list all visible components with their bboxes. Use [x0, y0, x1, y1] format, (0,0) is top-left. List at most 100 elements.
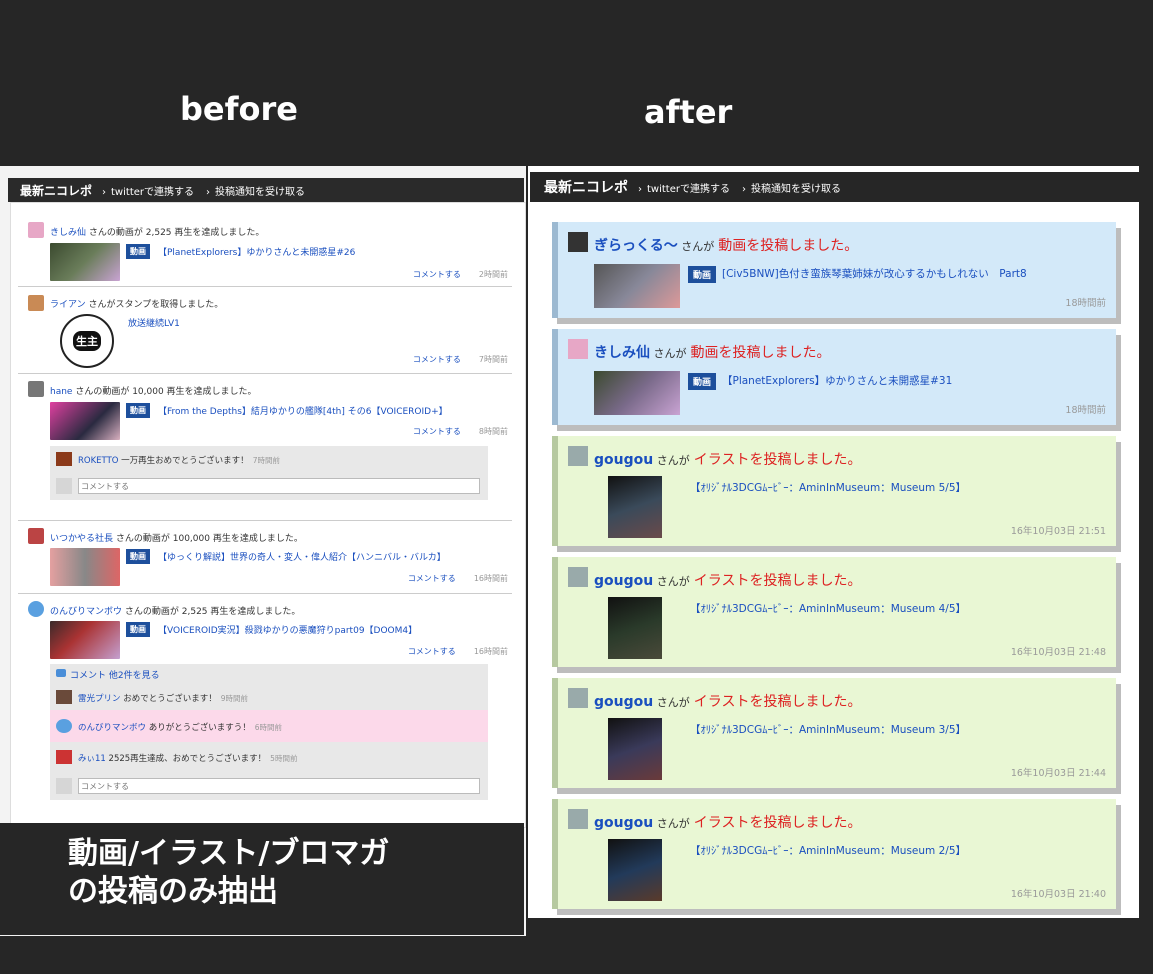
user-link[interactable]: きしみ仙 [50, 228, 86, 238]
video-thumbnail[interactable] [594, 371, 680, 415]
list-item: きしみ仙 さんが 動画を投稿しました。 動画 【PlanetExplorers】ゆ… [552, 329, 1116, 425]
comment-box: ROKETTO 一万再生おめでとうございます！ 7時間前 [50, 446, 488, 500]
more-comments-link[interactable]: コメント 他2件を見る [50, 664, 488, 684]
item-meta: コメントする 2時間前 [412, 270, 508, 279]
comment-input[interactable] [78, 478, 480, 494]
video-title-link[interactable]: [Civ5BNW]色付き蛮族琴葉姉妹が改心するかもしれない Part8 [722, 266, 1027, 281]
avatar [56, 750, 72, 764]
illust-thumbnail[interactable] [608, 597, 662, 659]
video-title-link[interactable]: 【PlanetExplorers】ゆかりさんと未開惑星#26 [158, 245, 355, 258]
video-thumbnail[interactable] [50, 548, 120, 586]
comment-input[interactable] [78, 778, 480, 794]
illust-thumbnail[interactable] [608, 476, 662, 538]
avatar [568, 567, 588, 587]
video-tag: 動画 [126, 244, 150, 259]
list-item: gougou さんが イラストを投稿しました。 【ｵﾘｼﾞﾅﾙ3DCGﾑｰﾋﾞｰ：… [552, 799, 1116, 909]
avatar [56, 478, 72, 494]
item-meta: コメントする 16時間前 [407, 574, 508, 583]
list-item: いつかやる社長 さんの動画が 100,000 再生を達成しました。 動画 【ゆっ… [18, 521, 512, 594]
user-link[interactable]: ROKETTO [78, 456, 118, 466]
list-item: きしみ仙 さんの動画が 2,525 再生を達成しました。 動画 【PlanetE… [18, 212, 512, 287]
video-thumbnail[interactable] [50, 243, 120, 281]
after-feed: ぎらっくる～ さんが 動画を投稿しました。 動画 [Civ5BNW]色付き蛮族琴葉… [552, 222, 1116, 920]
video-title-link[interactable]: 【VOICEROID実況】殺戮ゆかりの悪魔狩りpart09【DOOM4】 [158, 623, 417, 636]
list-item: ライアン さんがスタンプを取得しました。 生主 放送継続LV1 コメントする 7時… [18, 287, 512, 374]
item-meta: コメントする 8時間前 [412, 427, 508, 436]
comment-row: みぃ11 2525再生達成、おめでとうございます！ 5時間前 [50, 742, 488, 772]
user-link[interactable]: hane [50, 387, 72, 397]
notify-link[interactable]: › 投稿通知を受け取る [742, 180, 841, 195]
user-link[interactable]: ぎらっくる～ [594, 238, 678, 254]
notify-link[interactable]: › 投稿通知を受け取る [206, 183, 305, 198]
comment-link[interactable]: コメントする [408, 647, 456, 656]
comment-input-row [50, 472, 488, 500]
caption-line: の投稿のみ抽出 [68, 874, 278, 909]
chevron-right-icon: › [741, 183, 746, 195]
video-tag: 動画 [126, 622, 150, 637]
timestamp: 16年10月03日 21:40 [1010, 889, 1106, 900]
user-link[interactable]: みぃ11 [78, 754, 106, 764]
video-tag: 動画 [126, 403, 150, 418]
illust-title-link[interactable]: 【ｵﾘｼﾞﾅﾙ3DCGﾑｰﾋﾞｰ：AminInMuseum：Museum 5/5… [690, 480, 966, 495]
user-link[interactable]: きしみ仙 [594, 345, 650, 361]
user-link[interactable]: gougou [594, 452, 653, 468]
user-link[interactable]: gougou [594, 573, 653, 589]
video-title-link[interactable]: 【ゆっくり解説】世界の奇人・変人・偉人紹介【ハンニバル・バルカ】 [158, 550, 446, 563]
video-thumbnail[interactable] [50, 402, 120, 440]
comment-row: のんびりマンボウ ありがとうございますう！ 6時間前 [50, 710, 488, 742]
illust-title-link[interactable]: 【ｵﾘｼﾞﾅﾙ3DCGﾑｰﾋﾞｰ：AminInMuseum：Museum 4/5… [690, 601, 966, 616]
before-header: 最新ニコレポ › twitterで連携する › 投稿通知を受け取る [8, 178, 524, 202]
timestamp: 18時間前 [1065, 405, 1106, 416]
chevron-right-icon: › [206, 186, 210, 198]
avatar [28, 222, 44, 238]
comment-link[interactable]: コメントする [408, 574, 456, 583]
comment-link[interactable]: コメントする [413, 270, 461, 279]
comment-row: 雷光プリン おめでとうございます！ 9時間前 [50, 684, 488, 710]
list-item: のんびりマンボウ さんの動画が 2,525 再生を達成しました。 動画 【VOI… [18, 594, 512, 824]
illust-title-link[interactable]: 【ｵﾘｼﾞﾅﾙ3DCGﾑｰﾋﾞｰ：AminInMuseum：Museum 3/5… [690, 722, 966, 737]
twitter-link[interactable]: › twitterで連携する [638, 180, 730, 195]
illust-thumbnail[interactable] [608, 718, 662, 780]
avatar [56, 778, 72, 794]
list-item: gougou さんが イラストを投稿しました。 【ｵﾘｼﾞﾅﾙ3DCGﾑｰﾋﾞｰ：… [552, 436, 1116, 546]
comment-link[interactable]: コメントする [413, 355, 461, 364]
item-line: いつかやる社長 さんの動画が 100,000 再生を達成しました。 [50, 534, 303, 544]
header-title: 最新ニコレポ [20, 183, 93, 198]
user-link[interactable]: ライアン [50, 300, 86, 310]
caption-overlay: 動画/イラスト/ブロマガ の投稿のみ抽出 [0, 823, 524, 935]
comment-input-row [50, 772, 488, 800]
user-link[interactable]: いつかやる社長 [50, 534, 113, 544]
video-title-link[interactable]: 【From the Depths】結月ゆかりの艦隊[4th] その6【VOICE… [158, 404, 448, 417]
user-link[interactable]: 雷光プリン [78, 694, 121, 704]
after-header: 最新ニコレポ › twitterで連携する › 投稿通知を受け取る [530, 172, 1139, 202]
twitter-link[interactable]: › twitterで連携する [102, 183, 194, 198]
header-title: 最新ニコレポ [544, 180, 628, 196]
user-link[interactable]: のんびりマンボウ [78, 723, 146, 733]
item-meta: コメントする 7時間前 [412, 355, 508, 364]
video-tag: 動画 [688, 266, 717, 283]
chevron-right-icon: › [102, 186, 107, 198]
comment-link[interactable]: コメントする [413, 427, 461, 436]
list-item: ぎらっくる～ さんが 動画を投稿しました。 動画 [Civ5BNW]色付き蛮族琴葉… [552, 222, 1116, 318]
item-line: きしみ仙 さんの動画が 2,525 再生を達成しました。 [50, 228, 265, 238]
stamp-title-link[interactable]: 放送継続LV1 [128, 316, 180, 329]
video-title-link[interactable]: 【PlanetExplorers】ゆかりさんと未開惑星#31 [722, 373, 952, 388]
avatar [56, 719, 72, 733]
list-item: hane さんの動画が 10,000 再生を達成しました。 動画 【From t… [18, 374, 512, 521]
timestamp: 18時間前 [1065, 298, 1106, 309]
item-meta: コメントする 16時間前 [407, 647, 508, 656]
avatar [568, 232, 588, 252]
user-link[interactable]: のんびりマンボウ [50, 607, 122, 617]
before-label: before [180, 90, 298, 128]
video-tag: 動画 [126, 549, 150, 564]
user-link[interactable]: gougou [594, 815, 653, 831]
user-link[interactable]: gougou [594, 694, 653, 710]
video-tag: 動画 [688, 373, 717, 390]
video-thumbnail[interactable] [50, 621, 120, 659]
item-line: hane さんの動画が 10,000 再生を達成しました。 [50, 387, 257, 397]
illust-title-link[interactable]: 【ｵﾘｼﾞﾅﾙ3DCGﾑｰﾋﾞｰ：AminInMuseum：Museum 2/5… [690, 843, 966, 858]
video-thumbnail[interactable] [594, 264, 680, 308]
avatar [56, 452, 72, 466]
illust-thumbnail[interactable] [608, 839, 662, 901]
avatar [28, 528, 44, 544]
